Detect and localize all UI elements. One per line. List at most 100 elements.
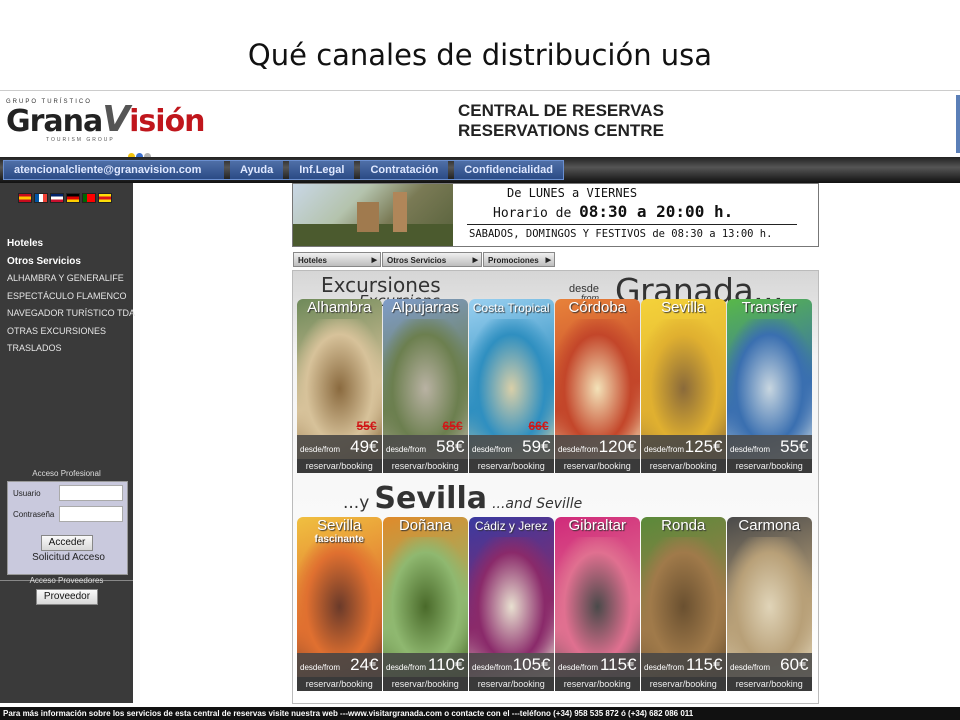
subnav-item-promociones[interactable]: Promociones ▶ [483,252,555,267]
topnav-item-confidencialidad[interactable]: Confidencialidad [454,161,563,179]
usuario-input[interactable] [59,485,123,501]
germany-flag-icon[interactable] [66,193,80,203]
reservar-booking-button[interactable]: reservar/booking [555,459,640,473]
schedule-banner: De LUNES a VIERNES Horario de 08:30 a 20… [292,183,819,247]
acceso-profesional-title: Acceso Profesional [32,469,101,478]
excursion-card-alpujarras[interactable]: Alpujarras 65€ desde/from 58€ reservar/booki… [383,299,468,473]
schedule-hours-value: 08:30 a 20:00 h. [579,202,734,221]
central-line-en: RESERVATIONS CENTRE [458,121,664,140]
topnav-item-ayuda[interactable]: Ayuda [230,161,284,179]
topnav-item-contratacion[interactable]: Contratación [360,161,449,179]
spain-flag-icon[interactable] [18,193,32,203]
granavision-logo[interactable]: GRUPO TURÍSTICO GranaVisión TOURISM GROU… [6,99,206,160]
excursion-price: 58€ [436,437,465,456]
website-screenshot: GRUPO TURÍSTICO GranaVisión TOURISM GROU… [0,90,960,720]
excursion-price-bar: desde/from 105€ [469,653,554,677]
excursion-photo [297,319,382,435]
sidebar-item-alhambra-y-generalife[interactable]: ALHAMBRA Y GENERALIFE [7,270,135,288]
language-flags [18,193,112,203]
acceso-proveedores-title: Acceso Proveedores [29,576,104,585]
logo-part-b: isión [129,104,205,139]
excursion-card-donana[interactable]: Doñana desde/from 110€ reservar/booking [383,517,468,691]
desde-from-label: desde/from [472,445,513,454]
excursion-name: Doñana [398,517,452,534]
excursion-price: 55€ [780,437,809,456]
logo-wordmark: GranaVisión [6,102,206,139]
sidebar-item-otros-servicios[interactable]: Otros Servicios [7,253,135,271]
sevilla-heading-en: ...and Seville [492,496,583,512]
excursion-photo [555,319,640,435]
excursion-price-bar: desde/from 55€ [727,435,812,459]
excursion-photo [555,537,640,653]
excursion-photo [469,537,554,653]
proveedor-button[interactable]: Proveedor [36,589,98,605]
excursion-card-carmona[interactable]: Carmona desde/from 60€ reservar/booking [727,517,812,691]
reservar-booking-button[interactable]: reservar/booking [555,677,640,691]
excursion-photo [727,537,812,653]
reservar-booking-button[interactable]: reservar/booking [727,677,812,691]
excursions-panel: Excursiones Excursions desde from Granad… [292,270,819,704]
excursion-card-costa-tropical[interactable]: Costa Tropical 66€ desde/from 59€ reservar/b… [469,299,554,473]
sidebar-item-traslados[interactable]: TRASLADOS [7,340,135,358]
topnav-item-inf-legal[interactable]: Inf.Legal [289,161,355,179]
central-reservas-heading: CENTRAL DE RESERVAS RESERVATIONS CENTRE [458,101,664,141]
subnav-item-otros-servicios[interactable]: Otros Servicios ▶ [382,252,482,267]
excursion-card-ronda[interactable]: Ronda desde/from 115€ reservar/booking [641,517,726,691]
uk-flag-icon[interactable] [50,193,64,203]
excursion-card-sevilla[interactable]: Sevilla fascinante desde/from 24€ reservar/b… [297,517,382,691]
reservar-booking-button[interactable]: reservar/booking [297,677,382,691]
excursion-name: Transfer [741,299,797,316]
excursion-photo [641,537,726,653]
alhambra-photo [293,184,453,246]
acceder-button[interactable]: Acceder [41,535,93,551]
france-flag-icon[interactable] [34,193,48,203]
excursion-photo [297,537,382,653]
reservar-booking-button[interactable]: reservar/booking [469,677,554,691]
excursion-name: Alpujarras [391,299,460,316]
reservar-booking-button[interactable]: reservar/booking [641,677,726,691]
sevilla-heading-y: ...y [343,493,370,513]
logo-part-a: Grana [6,104,103,139]
logo-part-v: V [102,99,130,140]
topnav-item-atencionalcliente-granavision-com[interactable]: atencionalcliente@granavision.com [4,161,224,179]
schedule-weekend: SABADOS, DOMINGOS Y FESTIVOS de 08:30 a … [469,228,773,240]
excursion-name: Alhambra [307,299,372,316]
excursion-price: 115€ [685,655,723,674]
excursion-card-gibraltar[interactable]: Gibraltar desde/from 115€ reservar/booking [555,517,640,691]
right-edge-strip [956,95,960,153]
sidebar-item-navegador-turistico-tda[interactable]: NAVEGADOR TURÍSTICO TDA [7,305,135,323]
desde-from-label: desde/from [558,445,599,454]
portugal-flag-icon[interactable] [82,193,96,203]
sidebar-item-hoteles[interactable]: Hoteles [7,235,135,253]
reservar-booking-button[interactable]: reservar/booking [383,677,468,691]
excursions-row-granada: Alhambra 55€ desde/from 49€ reservar/booking… [297,299,812,473]
reservar-booking-button[interactable]: reservar/booking [383,459,468,473]
excursion-price-bar: desde/from 60€ [727,653,812,677]
reservar-booking-button[interactable]: reservar/booking [469,459,554,473]
catalonia-flag-icon[interactable] [98,193,112,203]
excursion-name: Sevilla [317,517,362,534]
excursion-card-alhambra[interactable]: Alhambra 55€ desde/from 49€ reservar/booking [297,299,382,473]
desde-from-label: desde/from [386,663,427,672]
subnav-label: Otros Servicios [387,256,447,265]
desde-from-label: desde/from [558,663,599,672]
sidebar-item-otras-excursiones[interactable]: OTRAS EXCURSIONES [7,323,135,341]
excursion-card-cadiz-y-jerez[interactable]: Cádiz y Jerez desde/from 105€ reservar/book… [469,517,554,691]
excursion-card-cordoba[interactable]: Córdoba desde/from 120€ reservar/booking [555,299,640,473]
subnav-item-hoteles[interactable]: Hoteles ▶ [293,252,381,267]
sidebar-item-espectaculo-flamenco[interactable]: ESPECTÁCULO FLAMENCO [7,288,135,306]
excursion-price-bar: desde/from 58€ [383,435,468,459]
reservar-booking-button[interactable]: reservar/booking [727,459,812,473]
excursion-old-price: 66€ [528,419,549,433]
contrasena-input[interactable] [59,506,123,522]
login-box: Usuario Contraseña Acceder Solicitud Acc… [7,481,128,575]
excursion-card-transfer[interactable]: Transfer desde/from 55€ reservar/booking [727,299,812,473]
reservar-booking-button[interactable]: reservar/booking [641,459,726,473]
excursion-price-bar: desde/from 115€ [555,653,640,677]
excursion-card-sevilla[interactable]: Sevilla desde/from 125€ reservar/booking [641,299,726,473]
excursions-row-sevilla: Sevilla fascinante desde/from 24€ reservar/b… [297,517,812,691]
solicitud-acceso-link[interactable]: Solicitud Acceso [8,552,129,563]
excursion-old-price: 55€ [356,419,377,433]
reservar-booking-button[interactable]: reservar/booking [297,459,382,473]
desde-from-label: desde/from [300,445,341,454]
